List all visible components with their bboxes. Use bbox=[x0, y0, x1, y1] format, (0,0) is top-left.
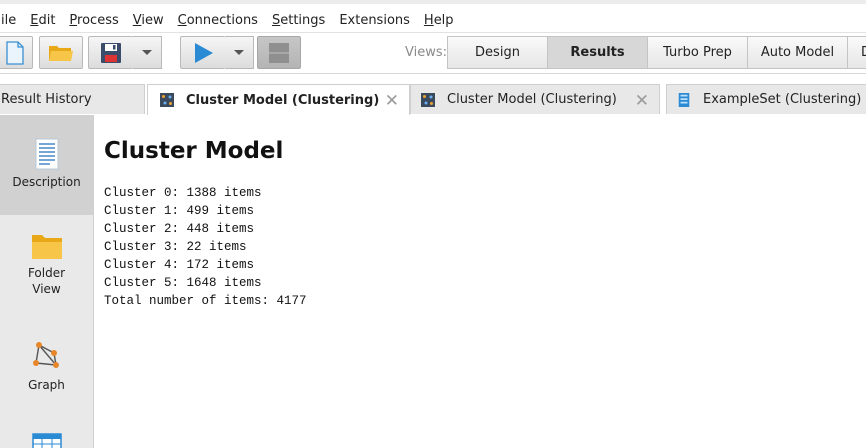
menu-help-label: elp bbox=[433, 12, 454, 28]
cluster-line: Cluster 4: 172 items bbox=[104, 258, 255, 272]
chevron-down-icon bbox=[234, 50, 244, 55]
sidebar-item-description[interactable]: Description bbox=[0, 115, 93, 215]
sidebar-item-folder-view[interactable]: Folder View bbox=[0, 228, 93, 308]
tab-cluster-model-active[interactable]: Cluster Model (Clustering) ✕ bbox=[147, 84, 410, 115]
view-design-button[interactable]: Design bbox=[447, 36, 548, 69]
menu-help-mnemonic: H bbox=[423, 12, 434, 28]
chevron-down-icon bbox=[142, 50, 152, 55]
window-titlebar bbox=[0, 0, 866, 4]
stop-icon bbox=[269, 42, 289, 63]
cluster-icon bbox=[160, 93, 174, 107]
view-results-button[interactable]: Results bbox=[547, 36, 648, 69]
menu-extensions-label: Extensions bbox=[339, 12, 410, 28]
cluster-line: Cluster 1: 499 items bbox=[104, 204, 255, 218]
cluster-line: Cluster 0: 1388 items bbox=[104, 186, 262, 200]
total-items-line: Total number of items: 4177 bbox=[104, 294, 307, 308]
menu-file-label: ile bbox=[1, 12, 17, 28]
menu-settings-label: ettings bbox=[280, 12, 326, 28]
view-turbo-prep-button[interactable]: Turbo Prep bbox=[647, 36, 748, 69]
sidebar-item-table[interactable] bbox=[0, 433, 93, 448]
menu-settings[interactable]: Settings bbox=[266, 13, 331, 28]
tab-result-history[interactable]: Result History bbox=[0, 84, 145, 114]
menu-edit[interactable]: Edit bbox=[24, 13, 61, 28]
tab-label: Result History bbox=[1, 92, 92, 107]
tab-cluster-model[interactable]: Cluster Model (Clustering) ✕ bbox=[410, 84, 660, 114]
save-disk-icon bbox=[101, 42, 121, 63]
cluster-line: Cluster 5: 1648 items bbox=[104, 276, 262, 290]
sidebar-item-label: Description bbox=[12, 175, 81, 189]
menu-edit-label: dit bbox=[38, 12, 56, 28]
folder-open-icon bbox=[49, 45, 73, 61]
cluster-summary: Cluster 0: 1388 items Cluster 1: 499 ite… bbox=[104, 184, 307, 310]
results-tab-bar: Result History Cluster Model (Clustering… bbox=[0, 84, 866, 115]
sidebar-item-label: Graph bbox=[28, 378, 65, 392]
new-process-button[interactable] bbox=[0, 36, 33, 69]
run-dropdown-button[interactable] bbox=[225, 36, 254, 69]
menu-view-label: iew bbox=[141, 12, 164, 28]
menu-file[interactable]: ile bbox=[0, 13, 22, 28]
table-icon bbox=[31, 433, 62, 448]
stop-process-button[interactable] bbox=[257, 36, 301, 69]
save-dropdown-button[interactable] bbox=[133, 36, 162, 69]
folder-icon bbox=[31, 235, 62, 259]
menu-help[interactable]: Help bbox=[418, 13, 460, 28]
view-auto-model-button[interactable]: Auto Model bbox=[747, 36, 848, 69]
tab-exampleset[interactable]: ExampleSet (Clustering) bbox=[666, 84, 866, 114]
sidebar-item-label: Folder View bbox=[27, 266, 66, 296]
document-icon bbox=[35, 138, 58, 170]
tab-label: ExampleSet (Clustering) bbox=[703, 92, 862, 107]
tab-label: Cluster Model (Clustering) bbox=[447, 92, 617, 107]
menu-process-label: rocess bbox=[77, 12, 119, 28]
description-panel: Cluster Model Cluster 0: 1388 items Clus… bbox=[104, 138, 307, 310]
menu-process[interactable]: Process bbox=[63, 13, 124, 28]
menu-process-mnemonic: P bbox=[69, 12, 78, 28]
cluster-line: Cluster 3: 22 items bbox=[104, 240, 247, 254]
open-process-button[interactable] bbox=[39, 36, 83, 69]
main-toolbar: Views: Design Results Turbo Prep Auto Mo… bbox=[0, 33, 866, 74]
run-process-button[interactable] bbox=[180, 36, 225, 69]
menu-extensions[interactable]: Extensions bbox=[333, 13, 416, 28]
new-document-icon bbox=[5, 40, 24, 65]
close-icon[interactable]: ✕ bbox=[635, 91, 649, 111]
menu-settings-mnemonic: S bbox=[271, 12, 281, 28]
menu-connections-label: onnections bbox=[186, 12, 258, 28]
page-title: Cluster Model bbox=[104, 138, 284, 164]
save-process-button[interactable] bbox=[88, 36, 133, 69]
view-more-button[interactable]: D bbox=[847, 36, 866, 69]
menu-bar: ile Edit Process View Connections Settin… bbox=[0, 8, 866, 33]
menu-connections-mnemonic: C bbox=[177, 12, 187, 28]
view-sidebar: Description Folder View Graph bbox=[0, 115, 94, 448]
close-icon[interactable]: ✕ bbox=[385, 91, 399, 111]
play-icon bbox=[195, 42, 213, 63]
cluster-icon bbox=[421, 92, 435, 107]
menu-view[interactable]: View bbox=[127, 13, 170, 28]
tab-label: Cluster Model (Clustering) bbox=[186, 92, 380, 108]
menu-connections[interactable]: Connections bbox=[172, 13, 264, 28]
sidebar-item-graph[interactable]: Graph bbox=[0, 337, 93, 397]
table-icon bbox=[678, 92, 690, 107]
views-label: Views: bbox=[405, 45, 448, 60]
graph-icon bbox=[32, 342, 59, 368]
cluster-line: Cluster 2: 448 items bbox=[104, 222, 255, 236]
